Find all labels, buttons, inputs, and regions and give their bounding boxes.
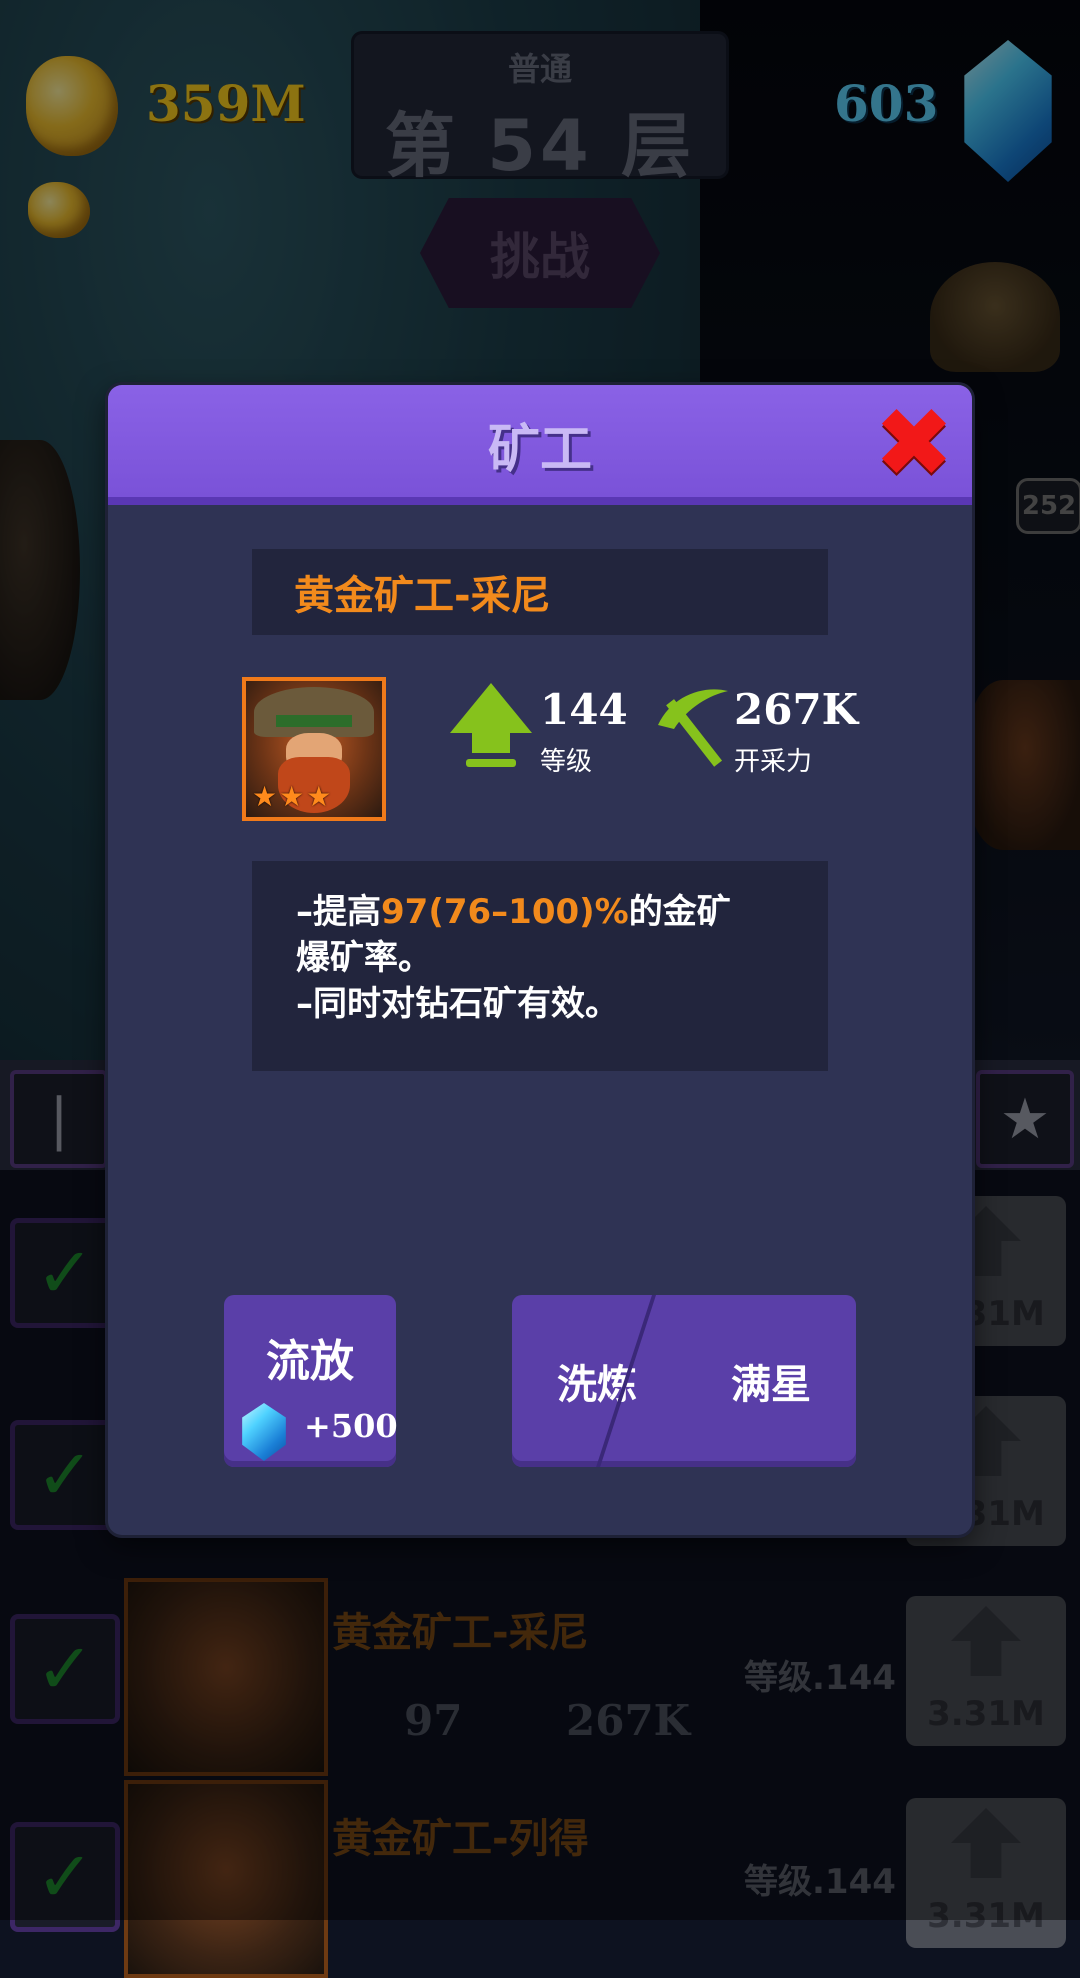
diamond-icon <box>242 1403 286 1461</box>
power-value: 267K <box>734 685 859 734</box>
skill-description: –提高97(76–100)%的金矿 爆矿率。 –同时对钻石矿有效。 <box>252 861 828 1071</box>
exile-label: 流放 <box>266 1336 354 1387</box>
miner-hat <box>254 687 374 737</box>
refine-button[interactable]: 洗炼 <box>512 1295 682 1467</box>
close-button[interactable]: ✖ <box>872 395 956 491</box>
close-x-icon: ✖ <box>873 387 955 499</box>
level-up-arrow-icon <box>450 683 532 769</box>
miner-portrait: ★★★ <box>242 677 386 821</box>
desc-line-3: –同时对钻石矿有效。 <box>296 984 619 1024</box>
dialog-title: 矿工 <box>487 420 592 480</box>
dialog-header: 矿工 ✖ <box>108 385 972 505</box>
star-rating: ★★★ <box>252 780 334 813</box>
miner-name-box: 黄金矿工-采尼 <box>252 549 828 635</box>
level-value: 144 <box>540 685 628 734</box>
desc-prefix: –提高 <box>296 892 381 932</box>
power-label: 开采力 <box>734 747 813 777</box>
refine-maxstar-group: 洗炼 满星 <box>512 1295 856 1467</box>
exile-button[interactable]: 流放 +500 <box>224 1295 398 1467</box>
miner-hatband <box>276 715 352 727</box>
desc-highlight: 97(76–100)% <box>381 892 629 932</box>
desc-suffix: 的金矿 <box>628 892 731 932</box>
exile-reward: +500 <box>304 1407 398 1445</box>
miner-detail-dialog: 矿工 ✖ 黄金矿工-采尼 ★★★ 144 等级 267K 开采力 –提高97(7… <box>108 385 972 1535</box>
level-label: 等级 <box>540 747 593 777</box>
miner-name: 黄金矿工-采尼 <box>294 573 551 619</box>
max-star-button[interactable]: 满星 <box>686 1295 856 1467</box>
desc-line-2: 爆矿率。 <box>296 938 432 978</box>
pickaxe-icon <box>658 689 728 767</box>
